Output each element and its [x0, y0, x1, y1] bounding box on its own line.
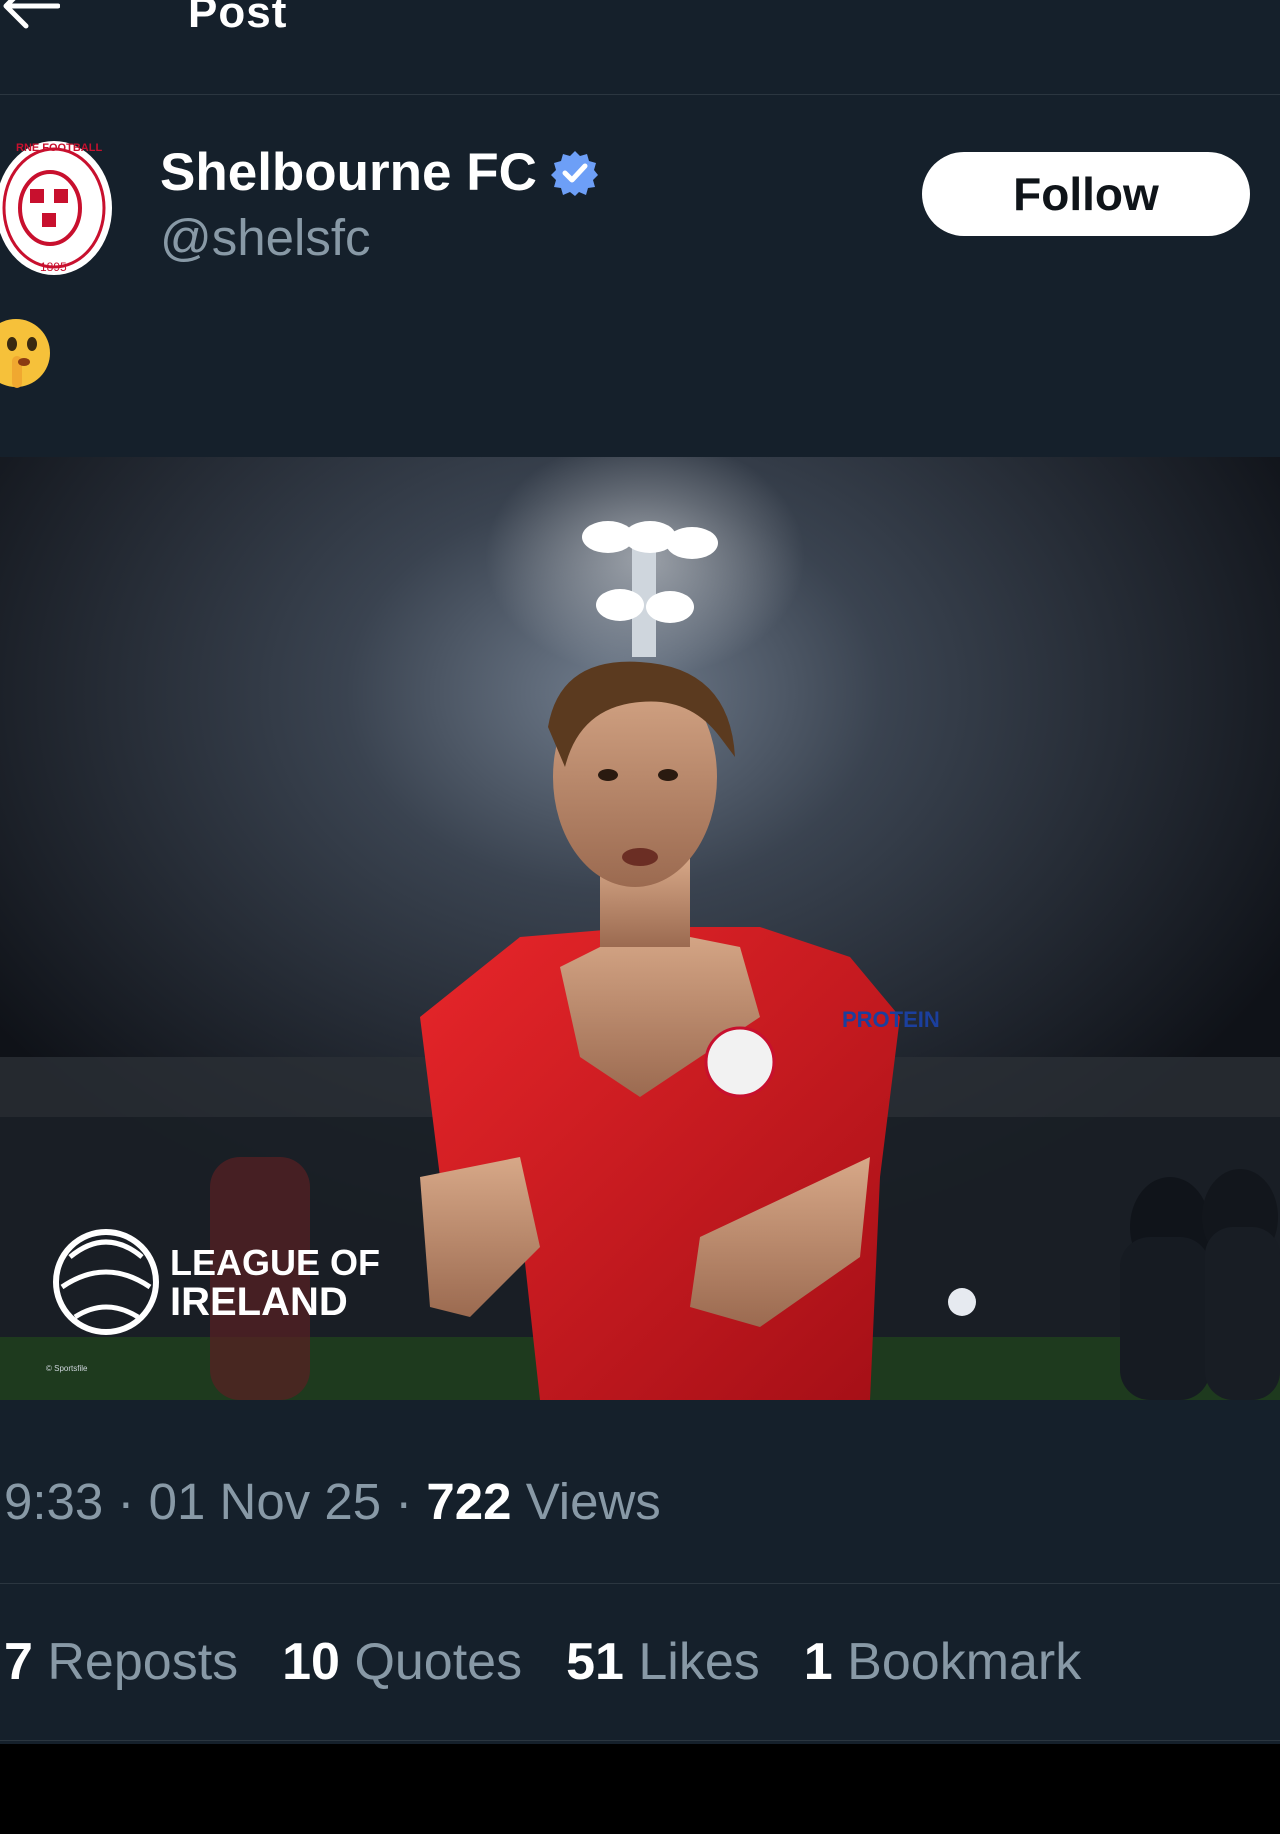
league-logo-line1: LEAGUE OF: [170, 1242, 380, 1283]
meta-separator: ·: [103, 1473, 149, 1530]
engagement-stats: 7 Reposts 10 Quotes 51 Likes 1 Bookmark: [4, 1632, 1081, 1692]
club-crest-icon[interactable]: RNE FOOTBALL 1895: [0, 137, 118, 279]
bookmarks-stat[interactable]: 1 Bookmark: [804, 1632, 1081, 1692]
top-bar: Post: [0, 0, 1280, 95]
post-time: 9:33: [4, 1473, 104, 1530]
meta-separator: ·: [381, 1473, 427, 1530]
page-title: Post: [188, 0, 288, 37]
post-date: 01 Nov 25: [148, 1473, 382, 1530]
svg-text:RNE FOOTBALL: RNE FOOTBALL: [16, 142, 102, 154]
svg-text:1895: 1895: [40, 260, 67, 274]
divider: [0, 1583, 1280, 1584]
photo-scene: PROTEIN LEAGUE OF IRELAND © Sportsfile: [0, 457, 1280, 1400]
divider: [0, 1740, 1280, 1741]
jersey-sponsor: PROTEIN: [842, 1007, 940, 1032]
photo-credit: © Sportsfile: [46, 1364, 88, 1373]
likes-stat[interactable]: 51 Likes: [566, 1632, 760, 1692]
shushing-face-emoji: [0, 319, 50, 388]
bottom-area: [0, 1744, 1280, 1834]
author-name-row: Shelbourne FC: [160, 142, 599, 203]
follow-button[interactable]: Follow: [922, 152, 1250, 236]
verified-badge-icon: [550, 150, 598, 196]
views-label[interactable]: Views: [526, 1473, 661, 1530]
post-photo[interactable]: PROTEIN LEAGUE OF IRELAND © Sportsfile: [0, 457, 1280, 1400]
author-name[interactable]: Shelbourne FC: [160, 142, 537, 203]
league-logo-line2: IRELAND: [170, 1280, 348, 1324]
post-metadata: 9:33 · 01 Nov 25 · 722 Views: [4, 1472, 661, 1531]
reposts-stat[interactable]: 7 Reposts: [4, 1632, 238, 1692]
views-count: 722: [426, 1473, 512, 1530]
quotes-stat[interactable]: 10 Quotes: [282, 1632, 522, 1692]
arrow-left-icon[interactable]: [0, 0, 60, 30]
author-handle[interactable]: @shelsfc: [160, 208, 371, 267]
